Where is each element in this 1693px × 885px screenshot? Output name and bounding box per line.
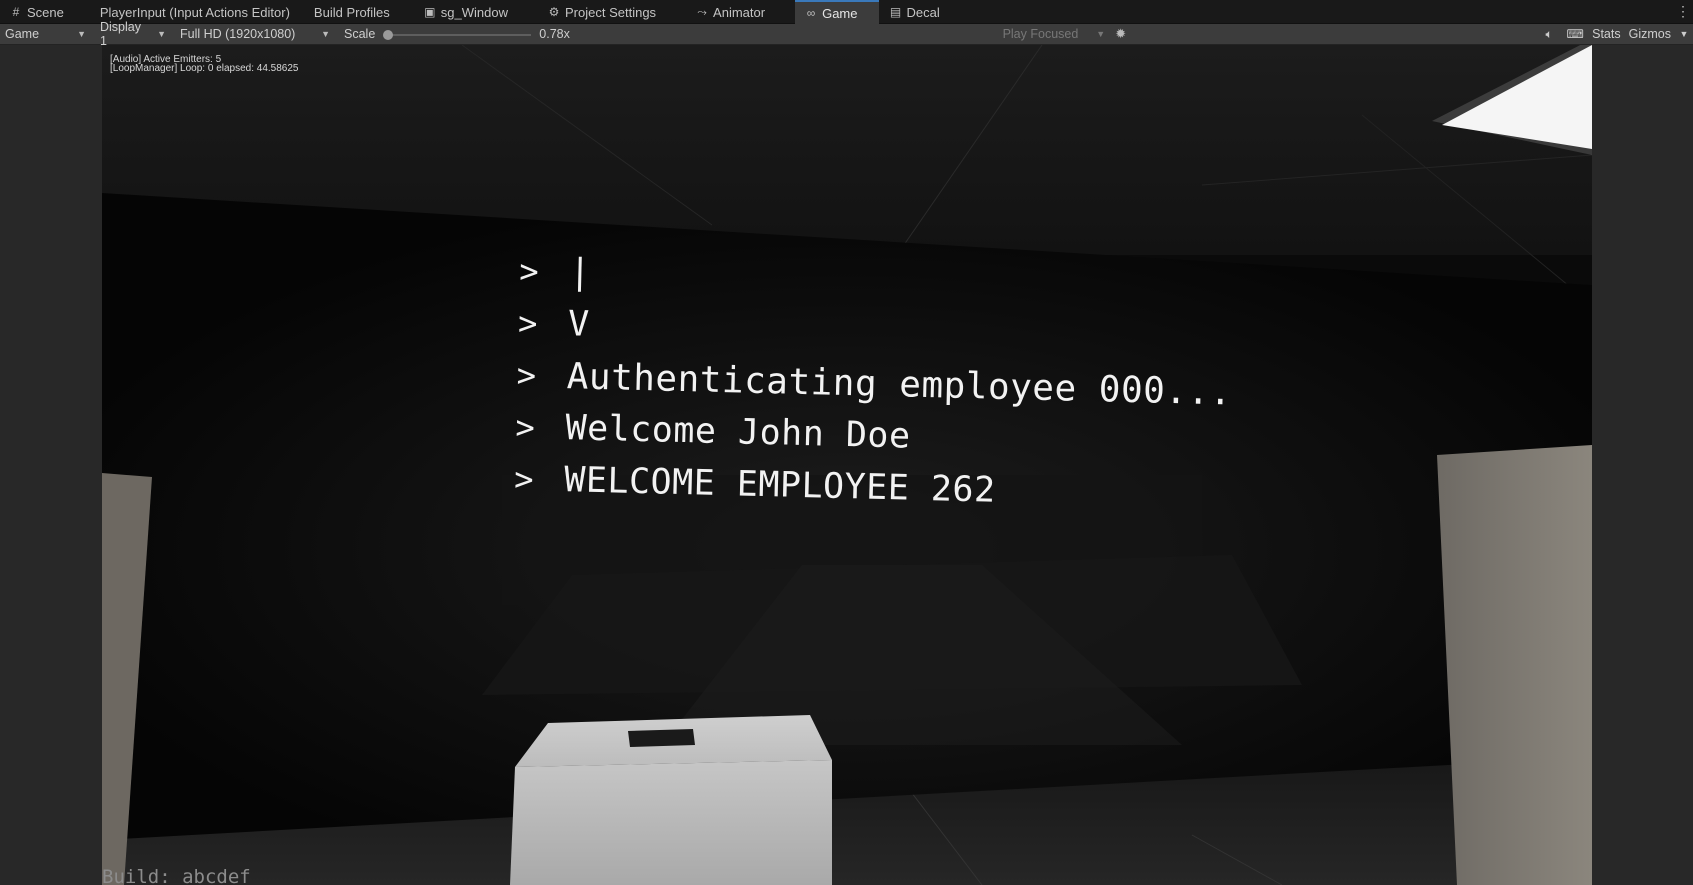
chevron-down-icon: ▼ xyxy=(157,29,166,39)
more-options-icon[interactable]: ⋮ xyxy=(1673,0,1693,23)
pedestal-front xyxy=(510,760,832,885)
tab-scene[interactable]: # Scene xyxy=(0,0,78,24)
pedestal-card-reader xyxy=(628,729,695,747)
terminal-prompt: > xyxy=(516,355,537,395)
view-mode-dropdown[interactable]: Game ▼ xyxy=(0,24,90,45)
gizmos-button[interactable]: Gizmos xyxy=(1625,27,1675,41)
terminal-prompt: > xyxy=(517,303,538,343)
tab-label: Game xyxy=(822,5,858,21)
tab-project-settings[interactable]: ⚙ Project Settings xyxy=(538,0,686,24)
slider-track xyxy=(387,33,532,36)
tab-label: Animator xyxy=(713,4,766,20)
display-label: Display 1 xyxy=(100,20,141,48)
keyboard-icon[interactable]: ⌨︎ xyxy=(1562,27,1588,41)
terminal-line-text: | xyxy=(568,252,592,293)
terminal-prompt: > xyxy=(513,459,535,499)
grid-icon: # xyxy=(12,5,20,19)
chevron-down-icon: ▼ xyxy=(77,29,86,39)
tab-sg-window[interactable]: ▣ sg_Window xyxy=(404,0,538,24)
display-dropdown[interactable]: Display 1 ▼ xyxy=(90,20,170,48)
gamepad-icon: ∞ xyxy=(806,6,816,20)
game-viewport[interactable]: [Audio] Active Emitters: 5 [LoopManager]… xyxy=(102,45,1592,885)
audio-mute-icon[interactable]: 🔈︎ xyxy=(1536,27,1562,42)
scale-value: 0.78x xyxy=(539,27,570,41)
terminal-line-text: Welcome John Doe xyxy=(565,408,912,457)
resolution-label: Full HD (1920x1080) xyxy=(180,27,296,41)
tab-build-profiles[interactable]: Build Profiles xyxy=(304,0,404,24)
tab-label: Decal xyxy=(906,4,940,20)
editor-tab-bar: # Scene PlayerInput (Input Actions Edito… xyxy=(0,0,1693,24)
scale-control: Scale 0.78x xyxy=(334,24,570,45)
terminal-line-text: V xyxy=(567,304,591,345)
build-label: Build: abcdef xyxy=(102,866,251,885)
decal-icon: ▤ xyxy=(889,5,902,19)
tab-label: sg_Window xyxy=(440,4,508,20)
shader-graph-icon: ▣ xyxy=(424,5,436,19)
debug-overlay: [Audio] Active Emitters: 5 [LoopManager]… xyxy=(110,55,299,74)
scale-slider[interactable] xyxy=(383,24,532,45)
terminal-line-text: WELCOME EMPLOYEE 262 xyxy=(563,460,997,511)
resolution-dropdown[interactable]: Full HD (1920x1080) ▼ xyxy=(170,24,334,45)
bug-icon[interactable]: ✹ xyxy=(1115,26,1126,42)
terminal-output: > | > V > Authenticating employee 000...… xyxy=(514,245,1235,522)
tab-game[interactable]: ∞ Game xyxy=(795,0,880,24)
scale-label: Scale xyxy=(344,27,376,41)
animator-icon: ⤳ xyxy=(697,5,707,19)
chevron-down-icon: ▼ xyxy=(1096,29,1106,39)
terminal-prompt: > xyxy=(518,251,540,291)
tab-animator[interactable]: ⤳ Animator xyxy=(686,0,795,24)
view-mode-label: Game xyxy=(5,27,40,41)
terminal-prompt: > xyxy=(515,407,536,447)
tab-label: PlayerInput (Input Actions Editor) xyxy=(99,4,290,20)
tab-decal[interactable]: ▤ Decal xyxy=(879,0,953,24)
tab-label: Build Profiles xyxy=(313,4,390,20)
slider-handle[interactable] xyxy=(383,29,394,40)
play-mode-dropdown[interactable]: Play Focused ▼ xyxy=(1003,24,1106,45)
right-wall-panel xyxy=(1437,445,1592,885)
debug-line-loop: [LoopManager] Loop: 0 elapsed: 44.58625 xyxy=(110,63,299,74)
tab-label: Scene xyxy=(27,4,64,20)
chevron-down-icon: ▼ xyxy=(321,29,330,39)
game-view-toolbar: Game ▼ Display 1 ▼ Full HD (1920x1080) ▼… xyxy=(0,20,1693,48)
stats-button[interactable]: Stats xyxy=(1588,27,1625,41)
play-mode-label: Play Focused xyxy=(1002,27,1079,41)
tab-label: Project Settings xyxy=(565,4,657,20)
gizmos-dropdown-icon[interactable]: ▼ xyxy=(1675,29,1693,39)
gear-icon: ⚙ xyxy=(548,5,560,19)
